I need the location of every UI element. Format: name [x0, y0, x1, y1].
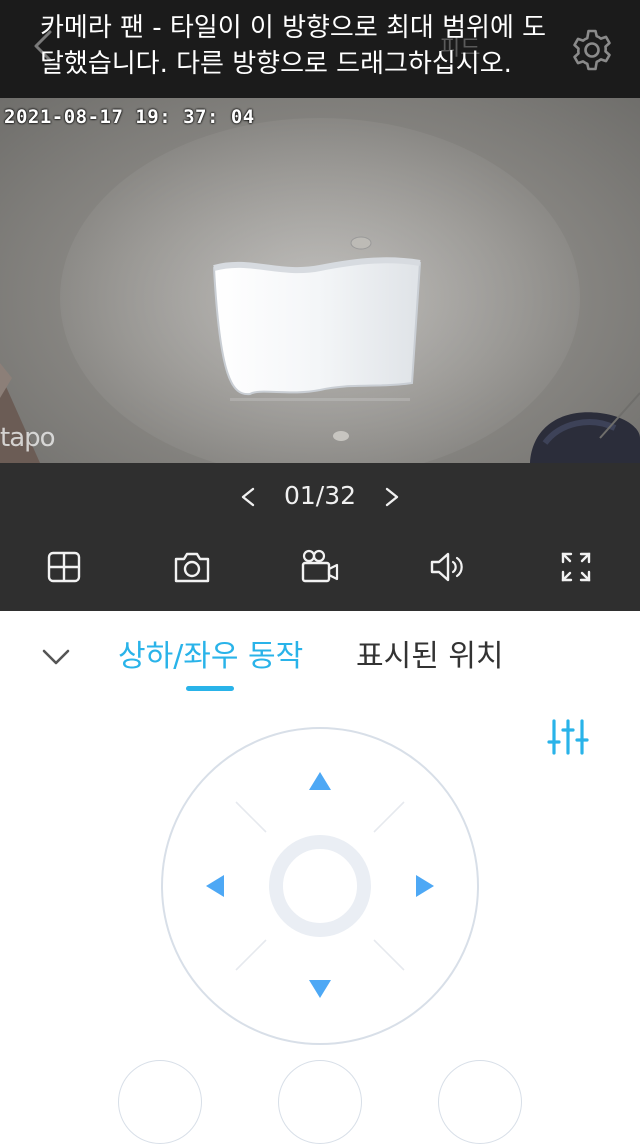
- speaker-icon[interactable]: [428, 547, 468, 587]
- bottom-action-row: [0, 1060, 640, 1144]
- camera-pager: 01/32: [0, 479, 640, 515]
- action-button-2[interactable]: [278, 1060, 362, 1144]
- action-button-1[interactable]: [118, 1060, 202, 1144]
- action-button-3[interactable]: [438, 1060, 522, 1144]
- chevron-right-icon[interactable]: [378, 479, 406, 515]
- pan-right-arrow-icon[interactable]: [414, 874, 436, 898]
- tab-marked-positions[interactable]: 표시된 위치: [356, 631, 504, 675]
- gear-icon[interactable]: [568, 26, 616, 74]
- active-tab-indicator: [186, 686, 234, 691]
- video-record-icon[interactable]: [300, 547, 340, 587]
- chevron-left-icon[interactable]: [234, 479, 262, 515]
- fullscreen-icon[interactable]: [556, 547, 596, 587]
- pan-tilt-joystick[interactable]: [160, 726, 480, 1046]
- banner-message: 카메라 팬 - 타일이 이 방향으로 최대 범위에 도달했습니다. 다른 방향으…: [40, 13, 547, 79]
- control-tabs: 상하/좌우 동작 표시된 위치: [0, 611, 640, 701]
- tab-pan-tilt[interactable]: 상하/좌우 동작: [118, 631, 303, 675]
- pan-up-arrow-icon[interactable]: [308, 770, 332, 792]
- camera-page-count: 01/32: [283, 481, 357, 510]
- watermark-logo: tapo: [0, 423, 56, 453]
- chevron-down-icon[interactable]: [38, 639, 74, 675]
- camera-control-strip: 01/32: [0, 463, 640, 611]
- sliders-adjust-icon[interactable]: [546, 718, 590, 756]
- camera-toolbar: [0, 547, 640, 587]
- notification-banner: 피드 카메라 팬 - 타일이 이 방향으로 최대 범위에 도달했습니다. 다른 …: [0, 0, 640, 98]
- camera-icon[interactable]: [172, 547, 212, 587]
- camera-video-feed[interactable]: 2021-08-17 19: 37: 04 tapo: [0, 98, 640, 463]
- grid-view-icon[interactable]: [44, 547, 84, 587]
- pan-down-arrow-icon[interactable]: [308, 978, 332, 1000]
- camera-scene-image: [0, 118, 640, 463]
- pan-left-arrow-icon[interactable]: [204, 874, 226, 898]
- video-timestamp: 2021-08-17 19: 37: 04: [4, 106, 255, 128]
